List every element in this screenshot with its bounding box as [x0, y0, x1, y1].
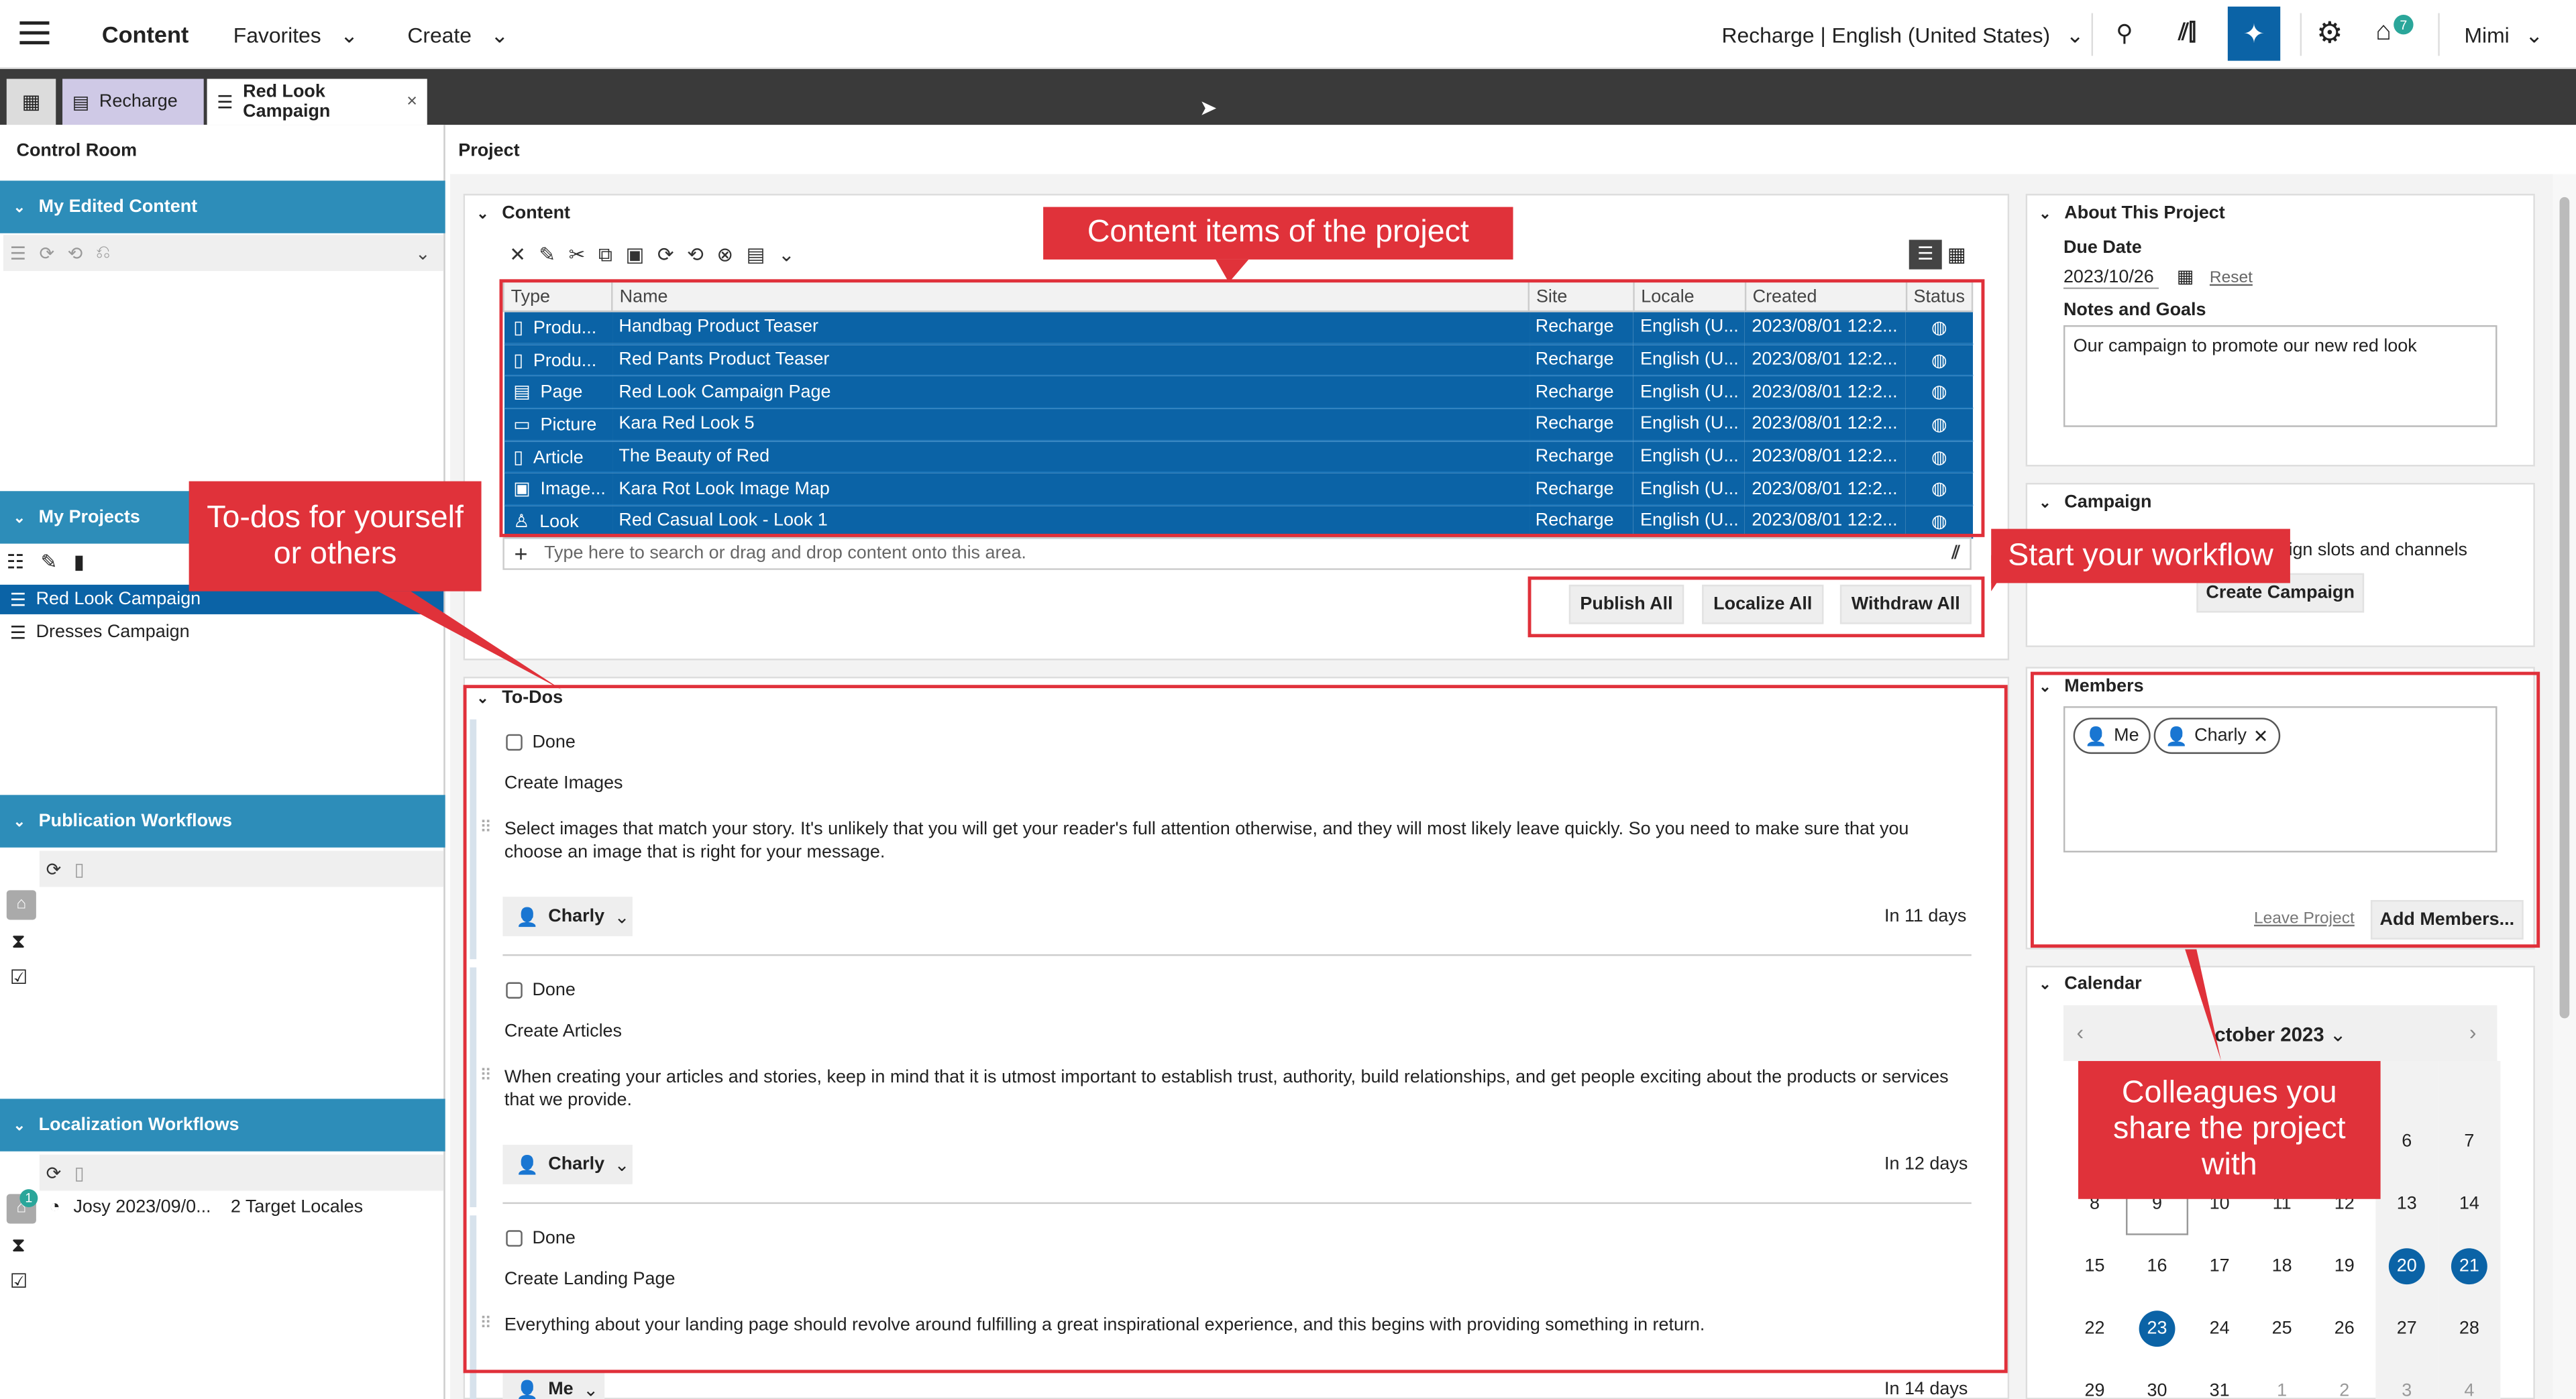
callout-todos: To-dos for yourself or others: [189, 481, 482, 592]
todos-pointer: [378, 591, 562, 690]
callout-workflow: Start your workflow: [1991, 528, 2290, 583]
content-pointer: [1216, 259, 1249, 283]
colleagues-pointer: [2185, 949, 2222, 1062]
callout-colleagues: Colleagues you share the project with: [2078, 1061, 2381, 1199]
callout-content-items: Content items of the project: [1043, 207, 1513, 260]
